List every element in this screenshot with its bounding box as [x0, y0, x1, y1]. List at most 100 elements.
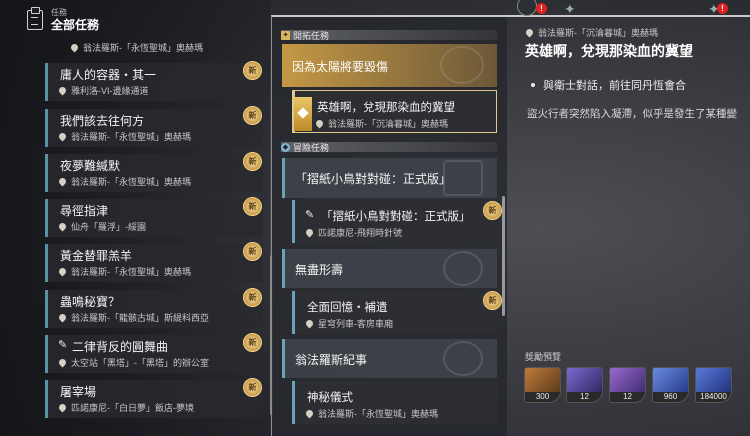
emblem-decoration: [443, 251, 483, 286]
detail-title: 英雄啊，兌現那染血的冀望: [525, 43, 693, 59]
quest-entry-title: 神秘儀式: [307, 392, 353, 404]
quest-group-card[interactable]: 翁法羅斯紀事: [282, 339, 497, 378]
quest-list-item[interactable]: 尋徑指津仙舟「羅浮」-綏園: [45, 199, 263, 237]
quest-title: 尋徑指津: [60, 204, 109, 218]
menu-icon[interactable]: [517, 0, 537, 16]
quest-title: 夜夢難緘默: [60, 159, 121, 173]
new-badge: 新: [243, 106, 262, 125]
star-icon[interactable]: ✦: [564, 1, 576, 18]
quest-list-item[interactable]: 蟲鳴秘寶？ 翁法羅斯-「龍骸古城」斯緹科西亞: [45, 290, 263, 328]
quest-list-item[interactable]: 庸人的容器・其一 雅利洛-VI-邊緣通道: [45, 63, 263, 101]
emblem-decoration: [443, 341, 483, 376]
quest-title: 二律背反的圓舞曲: [72, 340, 169, 354]
location-pin-icon: [57, 312, 68, 322]
section-adventure: ◆ 冒險任務: [281, 142, 497, 153]
new-badge: 新: [243, 333, 262, 352]
new-badge: 新: [243, 197, 262, 216]
new-badge: 新: [483, 201, 502, 220]
quest-location: 翁法羅斯-「永恆聖城」奧赫瑪: [57, 265, 191, 278]
quest-location: 仙舟「羅浮」-綏園: [57, 220, 146, 233]
quest-entry-location: 翁法羅斯-「永恆聖城」奧赫瑪: [304, 407, 438, 420]
quest-list-item[interactable]: 夜夢難緘默 翁法羅斯-「永恆聖城」奧赫瑪: [45, 154, 263, 192]
reward-count: 184000: [696, 392, 731, 402]
quest-location: 翁法羅斯-「龍骸古城」斯緹科西亞: [57, 311, 209, 324]
header-subtitle: 任務: [51, 8, 67, 17]
new-badge: 新: [243, 242, 262, 261]
clipboard-icon: [27, 6, 43, 30]
location-pin-icon: [57, 85, 68, 95]
location-pin-icon: [57, 357, 68, 367]
quest-list-item[interactable]: 黃金替罪羔羊翁法羅斯-「永恆聖城」奧赫瑪: [45, 244, 263, 282]
reward-count: 12: [610, 392, 645, 402]
location-pin-icon: [57, 402, 68, 412]
quest-entry-selected[interactable]: 英雄啊，兌現那染血的冀望 翁法羅斯-「沉淪暮城」奧赫瑪: [292, 90, 497, 133]
trailblaze-quest-icon: [294, 97, 312, 131]
middle-scrollbar[interactable]: [502, 196, 505, 316]
reward-item[interactable]: 184000: [695, 367, 732, 403]
quest-title: 蟲鳴秘寶？: [60, 295, 121, 309]
quest-group-title: 翁法羅斯紀事: [295, 353, 368, 367]
first-quest-location: 翁法羅斯-「永恆聖城」奧赫瑪: [69, 41, 203, 54]
reward-item[interactable]: 300: [524, 367, 561, 403]
reward-count: 960: [653, 392, 688, 402]
quest-group-card[interactable]: 因為太陽將要毀傷: [282, 44, 497, 87]
credit-icon: [696, 368, 731, 394]
quest-entry[interactable]: 神秘儀式翁法羅斯-「永恆聖城」奧赫瑪: [292, 381, 497, 424]
adventure-mission-icon: ◆: [281, 142, 290, 152]
notification-badge: !: [717, 3, 728, 14]
reward-item[interactable]: 12: [609, 367, 646, 403]
quest-list-item[interactable]: 我們該去往何方翁法羅斯-「永恆聖城」奧赫瑪: [45, 109, 263, 147]
location-pin-icon: [57, 131, 68, 141]
quest-title: 我們該去往何方: [60, 114, 145, 128]
quest-list-item[interactable]: 屠宰場 匹諾康尼-「白日夢」飯店-夢境: [45, 380, 263, 418]
quest-title: 黃金替罪羔羊: [60, 249, 133, 263]
location-pin-icon: [304, 408, 315, 418]
reward-preview-label: 獎勵預覽: [525, 352, 562, 362]
quest-group-card[interactable]: 「摺紙小鳥對對碰：正式版」: [282, 158, 497, 198]
quest-group-card[interactable]: 無盡形壽: [282, 249, 497, 288]
location-pin-icon: [57, 266, 68, 276]
quest-location: 翁法羅斯-「永恆聖城」奧赫瑪: [57, 130, 191, 143]
quest-entry-title: 全面回憶・補遺: [307, 302, 388, 314]
quest-list-item[interactable]: 二律背反的圓舞曲 ✎ 太空站「黑塔」-「黑塔」的辦公室: [45, 335, 263, 373]
location-pin-icon: [314, 118, 325, 128]
new-badge: 新: [243, 61, 262, 80]
location-pin-icon: [304, 227, 315, 237]
quest-entry-location: 翁法羅斯-「沉淪暮城」奧赫瑪: [314, 117, 448, 130]
quest-entry-title: 「摺紙小鳥對對碰：正式版」: [321, 211, 471, 223]
reward-count: 12: [567, 392, 602, 402]
detail-location: 翁法羅斯-「沉淪暮城」奧赫瑪: [524, 26, 658, 39]
trailblaze-mission-icon: ✦: [281, 30, 290, 40]
new-badge: 新: [243, 378, 262, 397]
quest-group-title: 因為太陽將要毀傷: [292, 60, 389, 74]
quest-entry[interactable]: 全面回憶・補遺 星穹列車-客房車廂: [292, 291, 497, 334]
quest-group-title: 無盡形壽: [295, 263, 344, 277]
notification-badge: !: [536, 3, 547, 14]
quest-title: 庸人的容器・其一: [60, 68, 157, 82]
reward-item[interactable]: 960: [652, 367, 689, 403]
location-pin-icon: [57, 176, 68, 186]
location-pin-icon: [304, 318, 315, 328]
quest-entry[interactable]: ✎ 「摺紙小鳥對對碰：正式版」匹諾康尼-飛翔時針號: [292, 200, 497, 243]
detail-objective: 與衛士對話，前往同丹恆會合: [531, 77, 686, 93]
quest-location: 太空站「黑塔」-「黑塔」的辦公室: [57, 356, 209, 369]
new-badge: 新: [483, 291, 502, 310]
detail-description: 盜火行者突然陷入凝滯，似乎是發生了某種變: [527, 108, 737, 120]
quest-header: 任務 全部任務: [27, 6, 100, 32]
quest-group-title: 「摺紙小鳥對對碰：正式版」: [295, 172, 452, 186]
emblem-decoration: [443, 160, 483, 196]
location-pin-icon: [524, 27, 535, 37]
location-pin-icon: [57, 221, 68, 231]
quest-entry-location: 匹諾康尼-飛翔時針號: [304, 226, 402, 239]
reward-count: 300: [525, 392, 560, 402]
header-title: 全部任務: [51, 18, 100, 32]
ticket-icon: [610, 368, 645, 394]
feather-icon: ✎: [305, 209, 315, 221]
bullet-icon: [531, 83, 535, 87]
reward-item[interactable]: 12: [566, 367, 603, 403]
quest-location: 雅利洛-VI-邊緣通道: [57, 84, 149, 97]
new-badge: 新: [243, 152, 262, 171]
quest-entry-title: 英雄啊，兌現那染血的冀望: [317, 102, 455, 114]
section-trailblaze: ✦ 開拓任務: [281, 30, 497, 41]
feather-icon: ✎: [58, 339, 68, 351]
